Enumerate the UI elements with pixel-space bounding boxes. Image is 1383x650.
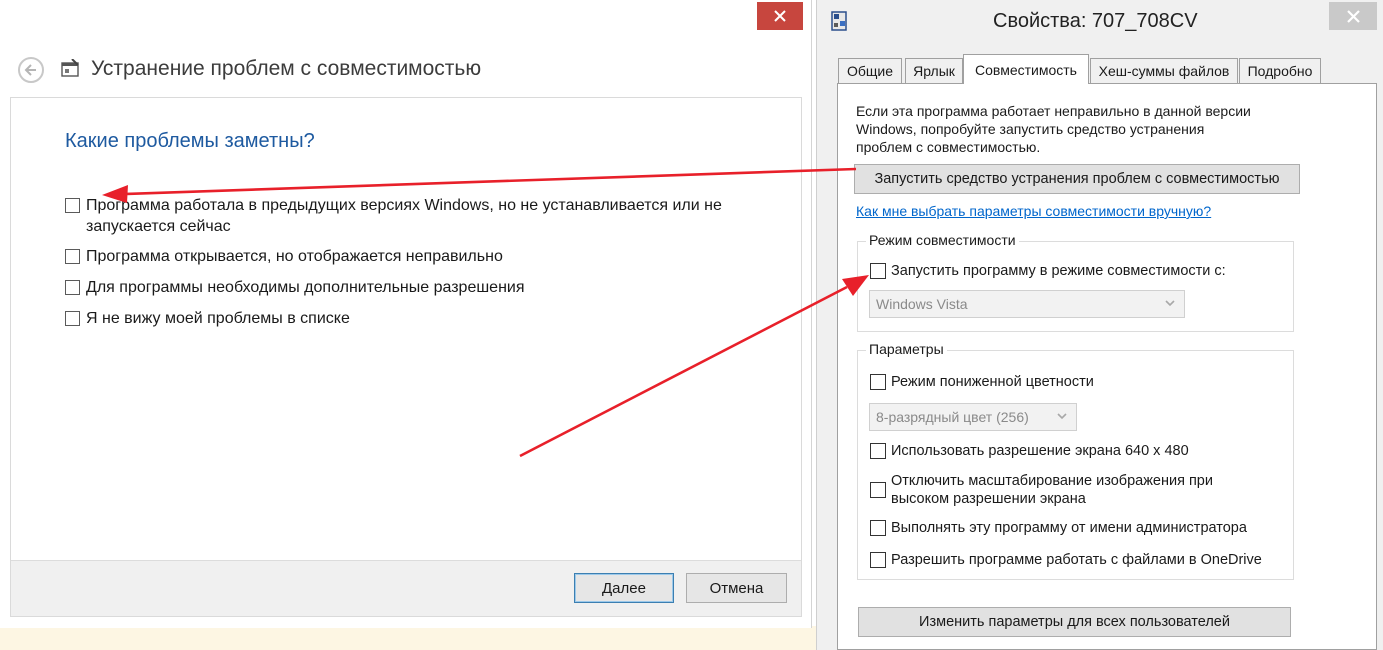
arrow-to-compat-checkbox <box>519 275 869 458</box>
annotation-arrows <box>102 167 869 458</box>
arrow-to-first-option <box>102 167 857 203</box>
